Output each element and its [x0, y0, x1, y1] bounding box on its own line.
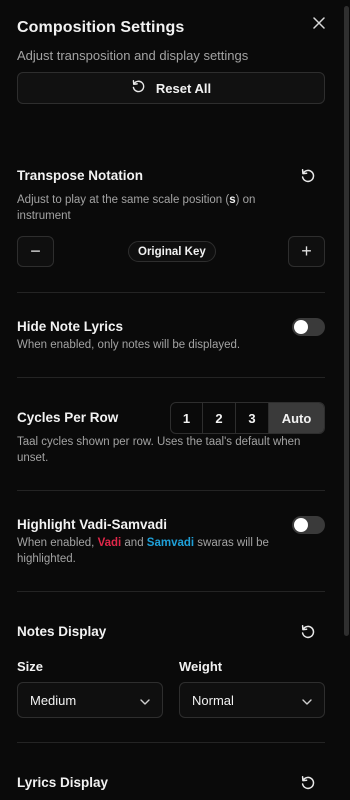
divider	[17, 742, 325, 743]
lyrics-display-reset-icon[interactable]	[300, 775, 316, 791]
chevron-down-icon	[140, 693, 150, 708]
close-icon[interactable]	[310, 14, 328, 32]
divider	[17, 591, 325, 592]
transpose-reset-icon[interactable]	[300, 168, 316, 184]
cycles-option-1[interactable]: 1	[171, 403, 203, 433]
transpose-increment-button[interactable]: +	[288, 236, 325, 267]
weight-select-value: Normal	[192, 692, 234, 708]
panel-subtitle: Adjust transposition and display setting…	[17, 48, 249, 63]
composition-settings-panel: Composition Settings Adjust transpositio…	[0, 0, 350, 800]
transpose-title: Transpose Notation	[17, 168, 144, 183]
vadi-toggle[interactable]	[292, 516, 325, 534]
size-select[interactable]: Medium	[17, 682, 163, 718]
weight-select[interactable]: Normal	[179, 682, 325, 718]
divider	[17, 292, 325, 293]
hide-lyrics-toggle[interactable]	[292, 318, 325, 336]
vadi-title: Highlight Vadi-Samvadi	[17, 517, 168, 532]
size-select-value: Medium	[30, 692, 77, 708]
panel-title: Composition Settings	[17, 19, 185, 36]
scrollbar[interactable]	[344, 6, 349, 636]
cycles-option-auto[interactable]: Auto	[269, 403, 324, 433]
lyrics-display-title: Lyrics Display	[17, 775, 109, 790]
cycles-title: Cycles Per Row	[17, 410, 119, 425]
reset-all-button[interactable]: Reset All	[17, 72, 325, 104]
chevron-down-icon	[302, 693, 312, 708]
reset-all-label: Reset All	[155, 80, 212, 96]
notes-display-title: Notes Display	[17, 624, 107, 639]
toggle-knob	[294, 518, 308, 532]
transpose-decrement-button[interactable]: −	[17, 236, 54, 267]
hide-lyrics-title: Hide Note Lyrics	[17, 319, 124, 334]
notes-display-reset-icon[interactable]	[300, 624, 316, 640]
weight-label: Weight	[179, 659, 223, 674]
vadi-description: When enabled, Vadi and Samvadi swaras wi…	[17, 537, 269, 565]
transpose-description: Adjust to play at the same scale positio…	[17, 194, 256, 222]
divider	[17, 377, 325, 378]
cycles-option-3[interactable]: 3	[236, 403, 269, 433]
toggle-knob	[294, 320, 308, 334]
size-label: Size	[17, 659, 44, 674]
transpose-value: Original Key	[128, 241, 216, 262]
cycles-option-2[interactable]: 2	[203, 403, 236, 433]
cycles-description: Taal cycles shown per row. Uses the taal…	[17, 436, 301, 464]
divider	[17, 490, 325, 491]
cycles-segmented-control: 1 2 3 Auto	[170, 402, 325, 434]
reset-icon	[131, 79, 146, 97]
hide-lyrics-description: When enabled, only notes will be display…	[17, 339, 241, 351]
